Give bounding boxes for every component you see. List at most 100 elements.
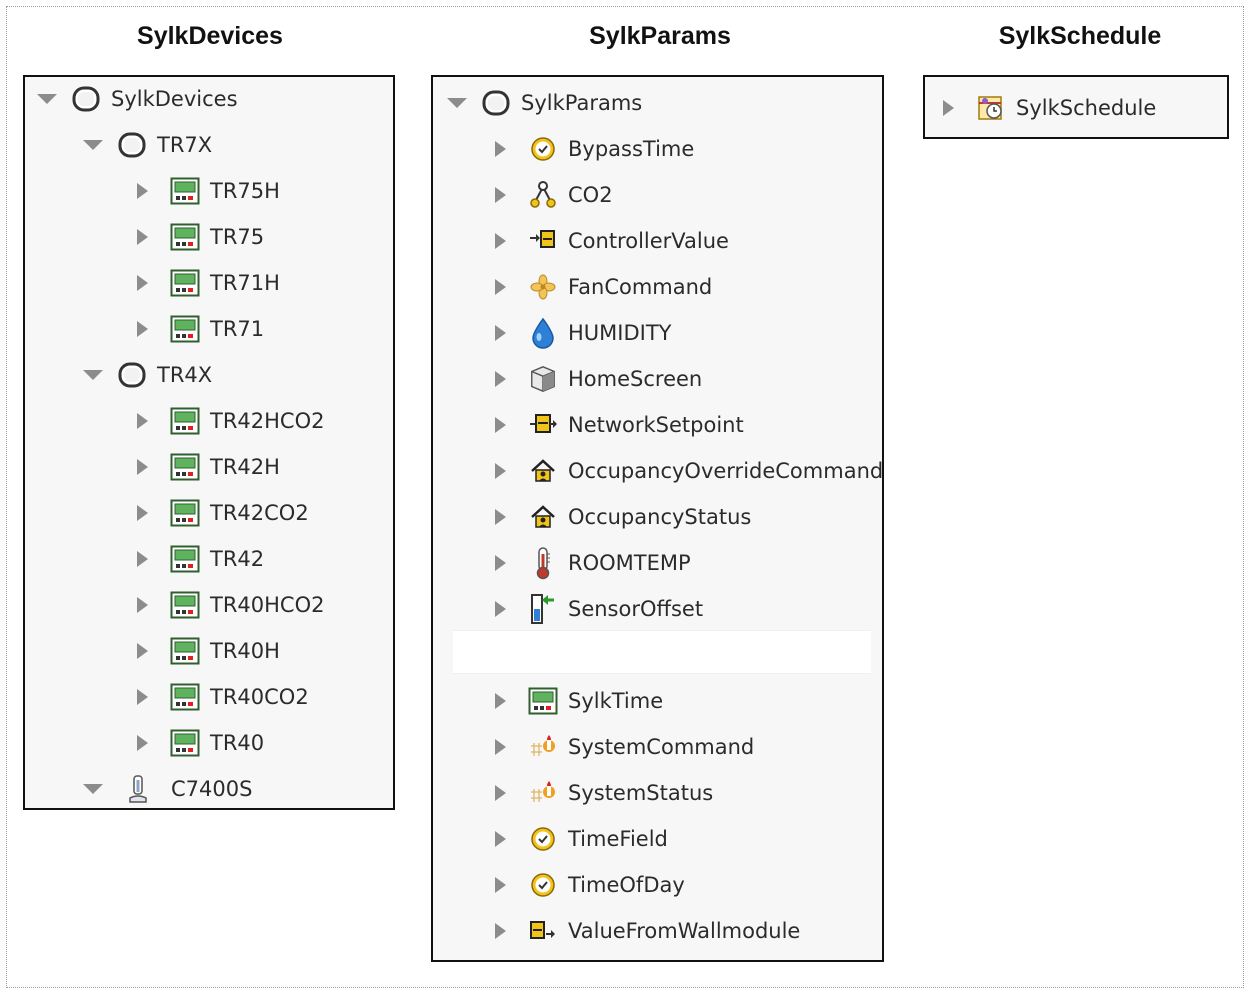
tree-node-label: ControllerValue	[568, 229, 729, 253]
expand-arrow-icon[interactable]	[495, 417, 506, 433]
tree-node-device[interactable]: TR40HCO2	[137, 585, 325, 625]
expand-arrow-icon[interactable]	[137, 551, 148, 567]
collapse-arrow-icon[interactable]	[447, 98, 467, 108]
tree-node-param[interactable]: ROOMTEMP	[495, 543, 691, 583]
tree-node-param[interactable]: SensorOffset	[495, 589, 703, 629]
output-arrow-icon	[528, 916, 558, 946]
expand-arrow-icon[interactable]	[495, 831, 506, 847]
tree-node-param[interactable]: OccupancyStatus	[495, 497, 751, 537]
clock-icon	[528, 870, 558, 900]
tree-node-param[interactable]: TimeField	[495, 819, 668, 859]
temperature-sensor-icon	[123, 774, 153, 804]
tree-node-label: TR7X	[157, 133, 213, 157]
expand-arrow-icon[interactable]	[137, 413, 148, 429]
empty-tree-row	[453, 630, 871, 674]
expand-arrow-icon[interactable]	[137, 643, 148, 659]
tree-node-sylkdevices[interactable]: SylkDevices	[37, 79, 238, 119]
device-icon	[170, 498, 200, 528]
tree-node-param[interactable]: HomeScreen	[495, 359, 702, 399]
tree-node-tr4x[interactable]: TR4X	[83, 355, 212, 395]
tree-node-label: TR75H	[210, 179, 280, 203]
tree-node-sylkparams[interactable]: SylkParams	[447, 83, 642, 123]
tree-node-device[interactable]: TR71	[137, 309, 264, 349]
tree-node-label: TR40H	[210, 639, 280, 663]
expand-arrow-icon[interactable]	[137, 597, 148, 613]
expand-arrow-icon[interactable]	[495, 141, 506, 157]
expand-arrow-icon[interactable]	[495, 785, 506, 801]
collapse-arrow-icon[interactable]	[83, 370, 103, 380]
expand-arrow-icon[interactable]	[495, 739, 506, 755]
device-icon	[170, 452, 200, 482]
expand-arrow-icon[interactable]	[495, 371, 506, 387]
tree-node-tr7x[interactable]: TR7X	[83, 125, 212, 165]
expand-arrow-icon[interactable]	[495, 555, 506, 571]
expand-arrow-icon[interactable]	[495, 923, 506, 939]
title-sylkschedule: SylkSchedule	[998, 22, 1162, 50]
tree-node-param[interactable]: ValueFromWallmodule	[495, 911, 800, 951]
expand-arrow-icon[interactable]	[943, 100, 954, 116]
tree-node-device[interactable]: TR71H	[137, 263, 280, 303]
tree-node-label: TR75	[210, 225, 265, 249]
tree-node-label: ValueFromWallmodule	[568, 919, 801, 943]
expand-arrow-icon[interactable]	[137, 275, 148, 291]
collapse-arrow-icon[interactable]	[83, 784, 103, 794]
tree-node-device[interactable]: TR75H	[137, 171, 280, 211]
tree-node-label: TR42	[210, 547, 265, 571]
tree-node-device[interactable]: TR42CO2	[137, 493, 309, 533]
expand-arrow-icon[interactable]	[137, 321, 148, 337]
expand-arrow-icon[interactable]	[495, 601, 506, 617]
tree-node-label: SystemCommand	[568, 735, 755, 759]
expand-arrow-icon[interactable]	[137, 229, 148, 245]
tree-node-label: SylkTime	[568, 689, 664, 713]
folder-circle-icon	[481, 88, 511, 118]
expand-arrow-icon[interactable]	[137, 505, 148, 521]
tree-node-param[interactable]: TimeOfDay	[495, 865, 685, 905]
expand-arrow-icon[interactable]	[137, 689, 148, 705]
tree-node-device[interactable]: TR40CO2	[137, 677, 309, 717]
tree-node-label: HomeScreen	[568, 367, 703, 391]
expand-arrow-icon[interactable]	[495, 187, 506, 203]
collapse-arrow-icon[interactable]	[83, 140, 103, 150]
collapse-arrow-icon[interactable]	[37, 94, 57, 104]
tree-node-param[interactable]: OccupancyOverrideCommand	[495, 451, 882, 491]
expand-arrow-icon[interactable]	[495, 325, 506, 341]
tree-node-param[interactable]: ControllerValue	[495, 221, 729, 261]
expand-arrow-icon[interactable]	[137, 735, 148, 751]
expand-arrow-icon[interactable]	[137, 459, 148, 475]
tree-node-param[interactable]: SystemCommand	[495, 727, 754, 767]
tree-node-device[interactable]: TR75	[137, 217, 264, 257]
expand-arrow-icon[interactable]	[495, 279, 506, 295]
cube-icon	[528, 364, 558, 394]
tree-node-param[interactable]: SylkTime	[495, 681, 663, 721]
tree-node-device[interactable]: TR42H	[137, 447, 280, 487]
tree-node-label: TR40	[210, 731, 265, 755]
expand-arrow-icon[interactable]	[495, 463, 506, 479]
tree-node-param[interactable]: BypassTime	[495, 129, 694, 169]
tree-node-param[interactable]: FanCommand	[495, 267, 712, 307]
tree-node-label: TR71	[210, 317, 265, 341]
expand-arrow-icon[interactable]	[495, 233, 506, 249]
tree-node-param[interactable]: CO2	[495, 175, 613, 215]
tree-node-device[interactable]: TR42HCO2	[137, 401, 325, 441]
tree-node-param[interactable]: NetworkSetpoint	[495, 405, 744, 445]
tree-node-device[interactable]: TR40	[137, 723, 264, 763]
expand-arrow-icon[interactable]	[137, 183, 148, 199]
tree-node-label: TR40CO2	[210, 685, 309, 709]
tree-node-label: SylkParams	[521, 91, 643, 115]
tree-node-param[interactable]: HUMIDITY	[495, 313, 672, 353]
tree-node-device[interactable]: TR42	[137, 539, 264, 579]
tree-node-label: FanCommand	[568, 275, 713, 299]
tree-node-label: NetworkSetpoint	[568, 413, 744, 437]
tree-node-c7400s[interactable]: C7400S	[83, 769, 252, 808]
tree-node-label: TR42H	[210, 455, 280, 479]
expand-arrow-icon[interactable]	[495, 509, 506, 525]
tree-node-param[interactable]: SystemStatus	[495, 773, 713, 813]
expand-arrow-icon[interactable]	[495, 693, 506, 709]
device-icon	[170, 636, 200, 666]
tree-node-label: SylkDevices	[111, 87, 238, 111]
folder-circle-icon	[117, 130, 147, 160]
tree-node-device[interactable]: TR40H	[137, 631, 280, 671]
tree-node-sylkschedule[interactable]: SylkSchedule	[943, 88, 1156, 128]
expand-arrow-icon[interactable]	[495, 877, 506, 893]
setpoint-icon	[528, 410, 558, 440]
